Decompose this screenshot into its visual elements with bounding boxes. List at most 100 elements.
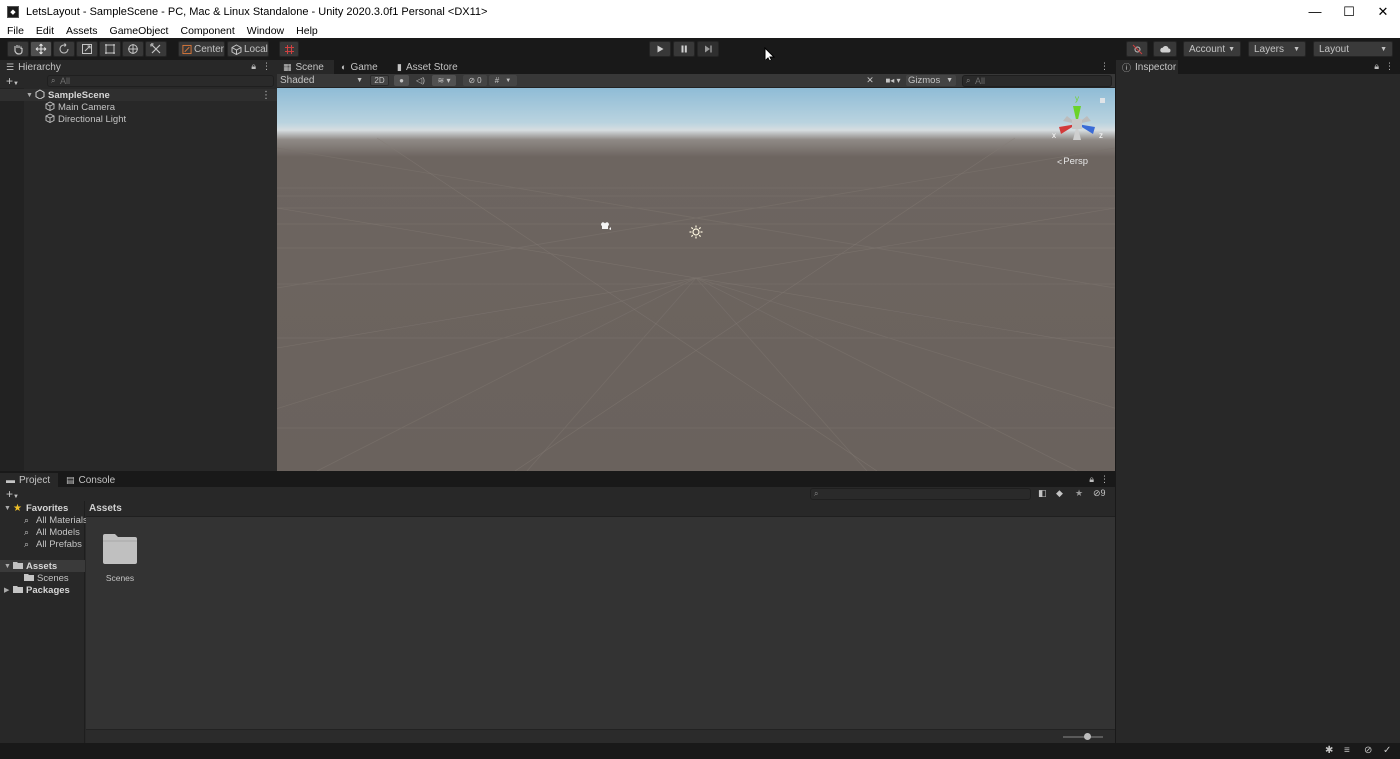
list-item[interactable]: ⌕ All Models <box>0 526 85 538</box>
gizmo-z-label: z <box>1099 131 1103 140</box>
list-item[interactable]: Main Camera <box>0 100 277 113</box>
gizmos-dropdown[interactable]: Gizmos ▼ <box>906 75 956 86</box>
menu-file[interactable]: File <box>1 25 30 37</box>
scene-search-placeholder: All <box>975 76 986 86</box>
step-icon <box>705 45 712 53</box>
tab-project[interactable]: ▬ Project <box>0 473 58 487</box>
add-object-button[interactable]: +▼ <box>6 74 19 88</box>
info-icon: ⓘ <box>1122 62 1132 73</box>
custom-tool-button[interactable] <box>145 41 167 57</box>
grid-dropdown[interactable]: # ▼ <box>489 75 517 86</box>
scale-tool-button[interactable] <box>76 41 98 57</box>
favorites-row[interactable]: ▼ ★ Favorites <box>0 502 85 514</box>
pause-button[interactable] <box>673 41 695 57</box>
collapse-arrow-icon[interactable]: ▶ <box>4 586 9 594</box>
list-item[interactable]: ⌕ All Prefabs <box>0 538 85 550</box>
audio-toggle-button[interactable]: ◁) <box>413 75 428 86</box>
collab-button[interactable] <box>1126 41 1148 57</box>
expand-arrow-icon[interactable]: ▼ <box>4 505 11 512</box>
play-button[interactable] <box>649 41 671 57</box>
zoom-slider-thumb[interactable] <box>1083 733 1091 740</box>
camera-gizmo-icon[interactable] <box>600 222 612 232</box>
tab-hierarchy[interactable]: ☰ Hierarchy <box>0 60 277 74</box>
grid-snap-button[interactable] <box>279 41 299 57</box>
layers-dropdown[interactable]: Layers ▼ <box>1248 41 1306 57</box>
effects-dropdown[interactable]: ≋ ▾ <box>432 75 456 86</box>
menu-component[interactable]: Component <box>174 25 240 37</box>
list-item[interactable]: ⌕ All Materials <box>0 514 88 526</box>
rect-tool-button[interactable] <box>99 41 121 57</box>
orientation-gizmo[interactable]: y x z <box>1049 94 1109 154</box>
create-asset-button[interactable]: +▼ <box>6 487 19 501</box>
tab-asset-store[interactable]: ▮ Asset Store <box>391 60 471 74</box>
more-options-icon[interactable]: ⋮ <box>262 61 271 72</box>
list-item[interactable]: Scenes <box>0 572 85 584</box>
cache-server-icon[interactable]: ≡ <box>1344 745 1350 756</box>
menu-gameobject[interactable]: GameObject <box>104 25 175 37</box>
filter-by-type-icon[interactable]: ◧ <box>1038 488 1047 499</box>
camera-settings-dropdown[interactable]: ■◂ ▾ <box>881 75 905 86</box>
pivot-mode-button[interactable]: Center <box>178 41 225 57</box>
account-dropdown[interactable]: Account ▼ <box>1183 41 1241 57</box>
pivot-mode-label: Center <box>193 43 224 55</box>
projection-toggle[interactable]: < Persp <box>1057 156 1088 167</box>
console-icon: ▤ <box>66 474 75 485</box>
breadcrumb-assets[interactable]: Assets <box>89 503 122 514</box>
asset-folder-tile[interactable]: Scenes <box>100 533 140 583</box>
transform-tool-button[interactable] <box>122 41 144 57</box>
lighting-toggle-button[interactable]: ● <box>394 75 409 86</box>
cloud-button[interactable] <box>1153 41 1177 57</box>
draw-mode-label: Shaded <box>280 75 315 86</box>
project-search-input[interactable]: ⌕ <box>810 488 1031 500</box>
step-button[interactable] <box>697 41 719 57</box>
packages-folder-row[interactable]: ▶ Packages <box>0 584 85 596</box>
scene-viewport[interactable]: y x z < Persp <box>277 88 1115 471</box>
menu-edit[interactable]: Edit <box>30 25 60 37</box>
hierarchy-search-input[interactable]: ⌕ All <box>47 75 274 87</box>
tab-console[interactable]: ▤ Console <box>60 473 120 487</box>
list-item[interactable]: Directional Light <box>0 112 277 125</box>
scene-tools-button[interactable]: ✕ <box>863 75 877 86</box>
menu-window[interactable]: Window <box>241 25 290 37</box>
auto-generate-lighting-icon[interactable]: ⊘ <box>1364 745 1372 756</box>
debug-bug-icon[interactable]: ✱ <box>1325 745 1333 756</box>
maximize-button[interactable]: ☐ <box>1332 0 1366 23</box>
menu-help[interactable]: Help <box>290 25 324 37</box>
progress-check-icon[interactable]: ✓ <box>1383 745 1391 756</box>
directional-light-gizmo-icon[interactable] <box>689 225 703 239</box>
move-tool-button[interactable] <box>30 41 52 57</box>
close-button[interactable]: ✕ <box>1366 0 1400 23</box>
more-options-icon[interactable]: ⋮ <box>1100 61 1109 72</box>
tab-game[interactable]: ◐ Game <box>335 60 391 74</box>
more-options-icon[interactable]: ⋮ <box>1385 61 1394 72</box>
search-icon: ⌕ <box>24 514 30 525</box>
folder-icon: ▬ <box>6 475 15 485</box>
pivot-space-button[interactable]: Local <box>227 41 269 57</box>
expand-arrow-icon[interactable]: ▼ <box>26 92 33 99</box>
lock-icon[interactable]: 🔒︎ <box>251 61 256 72</box>
scene-menu-icon[interactable]: ⋮ <box>261 90 271 101</box>
expand-arrow-icon[interactable]: ▼ <box>4 563 11 570</box>
window-title-bar: ◆ LetsLayout - SampleScene - PC, Mac & L… <box>0 0 1400 23</box>
rotate-tool-button[interactable] <box>53 41 75 57</box>
tab-scene[interactable]: ▦ Scene <box>277 60 334 74</box>
lock-icon[interactable]: 🔒︎ <box>1089 474 1094 485</box>
scene-search-input[interactable]: ⌕ All <box>962 75 1112 87</box>
hierarchy-gutter <box>0 88 24 471</box>
assets-folder-row[interactable]: ▼ Assets <box>0 560 85 572</box>
filter-by-label-icon[interactable]: ◆ <box>1056 488 1063 499</box>
favorite-star-icon[interactable]: ★ <box>1075 488 1083 499</box>
scene-row[interactable]: ▼ SampleScene ⋮ <box>0 88 277 101</box>
minimize-button[interactable]: — <box>1298 0 1332 23</box>
2d-toggle-button[interactable]: 2D <box>370 75 389 86</box>
draw-mode-dropdown[interactable]: Shaded ▼ <box>278 74 366 87</box>
layout-dropdown[interactable]: Layout ▼ <box>1313 41 1393 57</box>
transform-icon <box>128 44 138 54</box>
menu-assets[interactable]: Assets <box>60 25 104 37</box>
tab-inspector[interactable]: ⓘ Inspector <box>1116 60 1178 74</box>
more-options-icon[interactable]: ⋮ <box>1100 474 1109 485</box>
hidden-packages-toggle[interactable]: ⊘9 <box>1093 488 1106 499</box>
hidden-objects-toggle[interactable]: ⊘ 0 <box>463 75 487 86</box>
hand-tool-button[interactable] <box>7 41 29 57</box>
lock-icon[interactable]: 🔒︎ <box>1374 61 1379 72</box>
